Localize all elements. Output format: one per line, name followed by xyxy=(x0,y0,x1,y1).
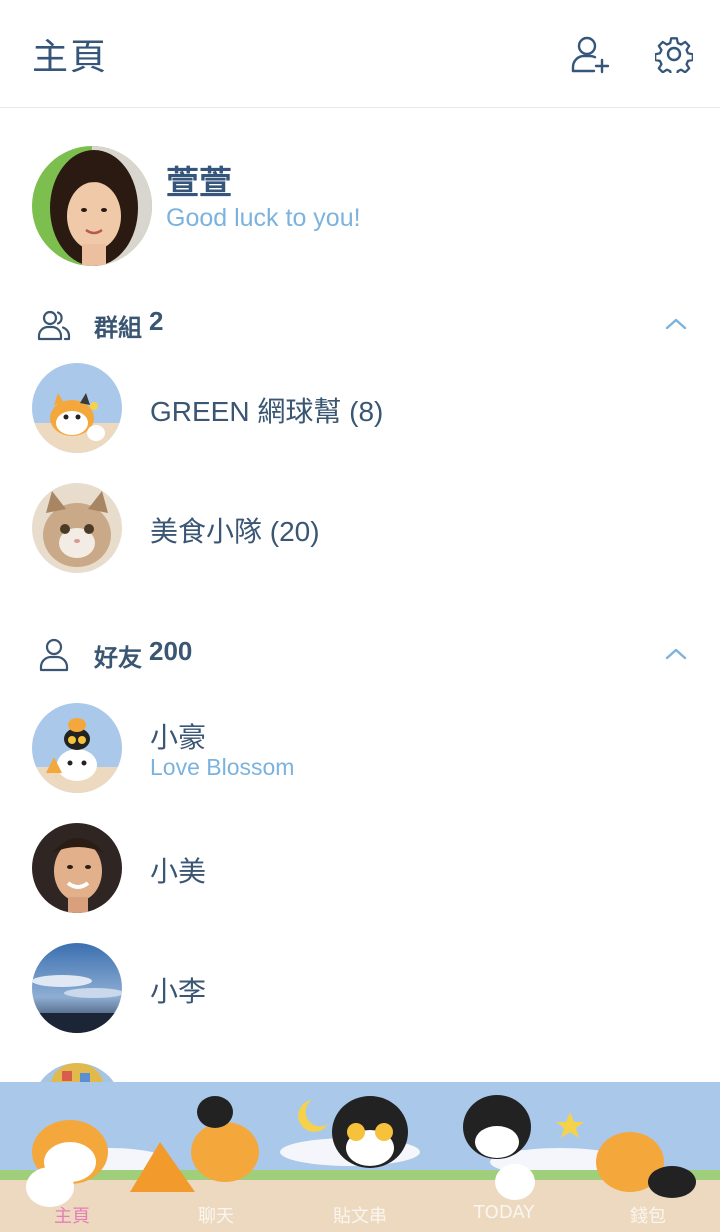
chevron-up-icon[interactable] xyxy=(662,310,690,338)
friend-avatar xyxy=(32,943,122,1033)
tab-wallet-label: 錢包 xyxy=(630,1206,666,1227)
tab-chats-label: 聊天 xyxy=(198,1206,234,1227)
friends-count: 200 xyxy=(149,636,193,666)
group-name: 美食小隊 (20) xyxy=(150,516,320,547)
tab-home-label: 主頁 xyxy=(54,1206,90,1227)
page-title: 主頁 xyxy=(32,37,109,78)
profile-name: 萱萱 xyxy=(166,163,232,202)
top-bar: 主頁 xyxy=(0,0,720,108)
groups-section-header: 群組 2 xyxy=(0,300,720,350)
tab-chats[interactable]: 聊天 xyxy=(144,1202,288,1232)
person-icon xyxy=(39,638,69,672)
gear-icon xyxy=(655,37,693,73)
friend-avatar xyxy=(32,703,122,793)
groups-count: 2 xyxy=(149,306,164,336)
add-friend-button[interactable] xyxy=(568,32,612,76)
tab-timeline-label: 貼文串 xyxy=(333,1206,387,1227)
friend-row[interactable]: 小豪 Love Blossom xyxy=(0,698,720,798)
add-friend-icon xyxy=(571,36,610,74)
tab-today[interactable]: TODAY xyxy=(432,1202,576,1232)
group-avatar xyxy=(32,483,122,573)
friends-label: 好友 xyxy=(94,644,142,672)
tab-home[interactable]: 主頁 xyxy=(0,1202,144,1232)
my-profile[interactable]: 萱萱 Good luck to you! xyxy=(0,146,720,266)
group-name: GREEN 網球幫 (8) xyxy=(150,396,384,427)
profile-status-message: Good luck to you! xyxy=(166,204,361,232)
tab-timeline[interactable]: 貼文串 xyxy=(288,1202,432,1232)
tab-wallet[interactable]: 錢包 xyxy=(576,1202,720,1232)
group-icon xyxy=(37,310,71,341)
group-row[interactable]: GREEN 網球幫 (8) xyxy=(0,358,720,458)
friend-name: 小美 xyxy=(150,856,207,887)
friends-section-header: 好友 200 xyxy=(0,630,720,680)
chevron-up-icon[interactable] xyxy=(662,640,690,668)
group-avatar xyxy=(32,363,122,453)
bottom-tab-bar: 主頁 聊天 貼文串 TODAY 錢包 xyxy=(0,1082,720,1232)
settings-button[interactable] xyxy=(652,32,696,76)
friend-row[interactable]: 小美 xyxy=(0,818,720,918)
friend-avatar xyxy=(32,823,122,913)
friend-row[interactable]: 小李 xyxy=(0,938,720,1038)
friend-name: 小豪 xyxy=(150,722,207,753)
tab-today-label: TODAY xyxy=(473,1202,535,1223)
friend-status-message: Love Blossom xyxy=(150,754,295,780)
groups-label: 群組 xyxy=(94,314,142,342)
friend-name: 小李 xyxy=(150,976,207,1007)
profile-avatar[interactable] xyxy=(32,146,152,266)
group-row[interactable]: 美食小隊 (20) xyxy=(0,478,720,578)
